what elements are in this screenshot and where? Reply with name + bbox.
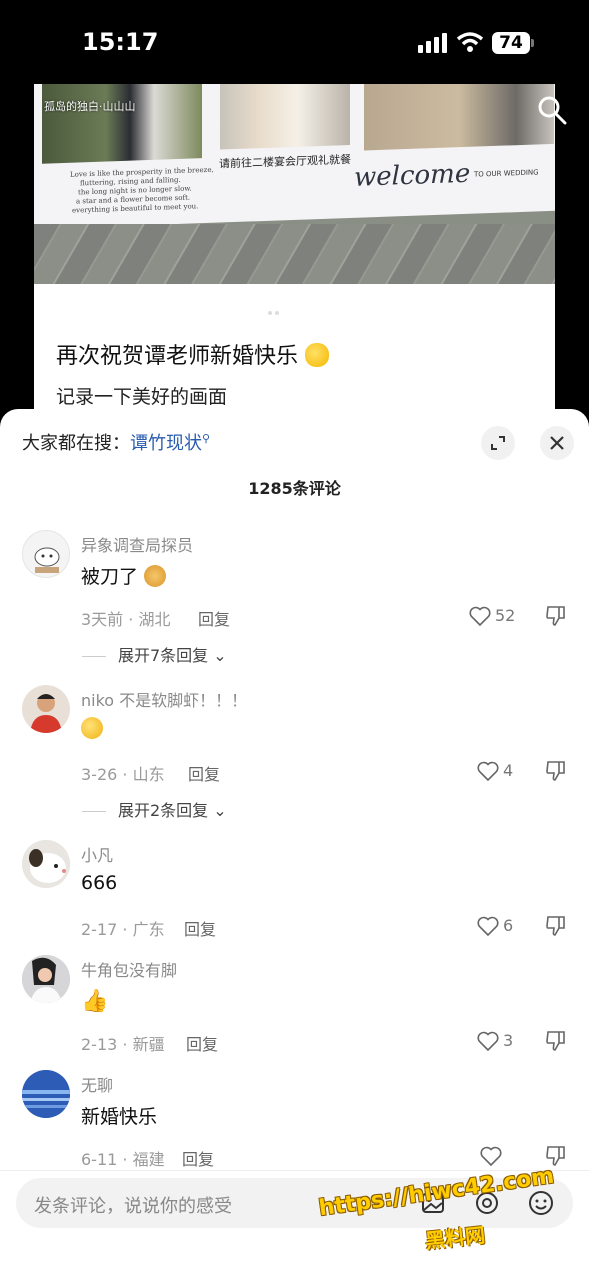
signal-icon	[418, 33, 447, 53]
avatar[interactable]	[22, 530, 70, 578]
post-subtitle: 记录一下美好的画面	[56, 386, 228, 408]
status-time: 15:17	[82, 28, 159, 56]
comment-username[interactable]: 无聊	[81, 1072, 113, 1096]
banner-photo	[220, 84, 350, 150]
comment-meta: 2-13 · 新疆	[81, 1035, 165, 1054]
reply-button[interactable]: 回复	[188, 761, 220, 785]
comment-text: 👍	[81, 987, 109, 1014]
heart-icon[interactable]	[476, 1029, 500, 1053]
doge-icon	[144, 565, 167, 587]
banner-welcome: welcome	[354, 158, 471, 193]
thumbs-down-icon[interactable]	[544, 604, 568, 628]
thumbs-down-icon[interactable]	[544, 1029, 568, 1053]
expand-replies-label: 展开7条回复	[118, 646, 209, 665]
close-button[interactable]	[540, 426, 574, 460]
thumbs-up-icon: 👍	[81, 989, 109, 1014]
banner-chinese-text: 请前往二楼宴会厅观礼就餐	[219, 152, 351, 171]
battery-icon: 74	[492, 32, 534, 54]
like-count: 52	[495, 606, 516, 625]
status-bar: 15:17 74	[0, 0, 589, 84]
comment-text	[81, 717, 103, 740]
like-count: 6	[503, 916, 514, 935]
like-count: 4	[503, 761, 514, 780]
reply-button[interactable]: 回复	[186, 1031, 218, 1055]
heart-icon[interactable]	[468, 604, 492, 628]
thumbs-down-icon[interactable]	[544, 759, 568, 783]
expand-button[interactable]	[481, 426, 515, 460]
comment-text: 被刀了	[81, 562, 167, 589]
comment-input-placeholder: 发条评论，说说你的感受	[34, 1196, 232, 1217]
search-small-icon: ⚲	[202, 432, 211, 445]
comment-text-content: 被刀了	[81, 566, 139, 588]
comment-text: 新婚快乐	[81, 1106, 158, 1128]
avatar[interactable]	[22, 840, 70, 888]
reply-button[interactable]: 回复	[182, 1146, 214, 1170]
expand-replies-label: 展开2条回复	[118, 801, 209, 820]
search-suggestion[interactable]: 大家都在搜：谭竹现状⚲	[22, 429, 210, 455]
banner-photo	[364, 84, 554, 151]
thumbs-down-icon[interactable]	[544, 914, 568, 938]
comment-username[interactable]: 小凡	[81, 842, 113, 866]
wifi-icon	[456, 32, 484, 52]
grinning-sweat-icon	[81, 717, 103, 739]
post-image[interactable]: Love is like the prosperity in the breez…	[34, 84, 555, 284]
overlay-username: 孤岛的独白·山山山	[44, 100, 136, 113]
carousel-dots	[268, 302, 288, 315]
expand-replies[interactable]: 展开7条回复 ⌄	[82, 642, 227, 666]
close-icon	[550, 436, 564, 450]
avatar[interactable]	[22, 1070, 70, 1118]
battery-level: 74	[492, 32, 530, 54]
comment-username[interactable]: niko 不是软脚虾！！！	[81, 687, 247, 711]
comment-meta: 6-11 · 福建	[81, 1150, 165, 1169]
avatar[interactable]	[22, 685, 70, 733]
avatar[interactable]	[22, 955, 70, 1003]
comment-username[interactable]: 异象调查局探员	[81, 532, 193, 556]
comment-meta: 3-26 · 山东	[81, 765, 165, 784]
emoji-icon[interactable]	[528, 1190, 554, 1216]
comment-meta: 3天前 · 湖北	[81, 610, 171, 629]
comment-username[interactable]: 牛角包没有脚	[81, 957, 177, 981]
heart-icon[interactable]	[479, 1144, 503, 1168]
heart-icon[interactable]	[476, 759, 500, 783]
post-title: 再次祝贺谭老师新婚快乐	[56, 338, 330, 370]
banner-photo	[42, 84, 202, 164]
comment-text: 666	[81, 872, 118, 894]
expand-icon	[491, 436, 505, 450]
comment-meta: 2-17 · 广东	[81, 920, 165, 939]
comment-count: 1285条评论	[248, 479, 341, 498]
search-prefix: 大家都在搜：	[22, 433, 130, 454]
expand-replies[interactable]: 展开2条回复 ⌄	[82, 797, 227, 821]
pavement	[34, 224, 555, 284]
reply-button[interactable]: 回复	[198, 606, 230, 630]
banner-to-wedding: TO OUR WEDDING	[474, 168, 539, 179]
search-icon[interactable]	[537, 95, 567, 125]
search-keyword[interactable]: 谭竹现状	[130, 433, 202, 454]
party-face-icon	[305, 343, 330, 367]
reply-button[interactable]: 回复	[184, 916, 216, 940]
like-count: 3	[503, 1031, 514, 1050]
heart-icon[interactable]	[476, 914, 500, 938]
post-title-text: 再次祝贺谭老师新婚快乐	[56, 344, 299, 369]
